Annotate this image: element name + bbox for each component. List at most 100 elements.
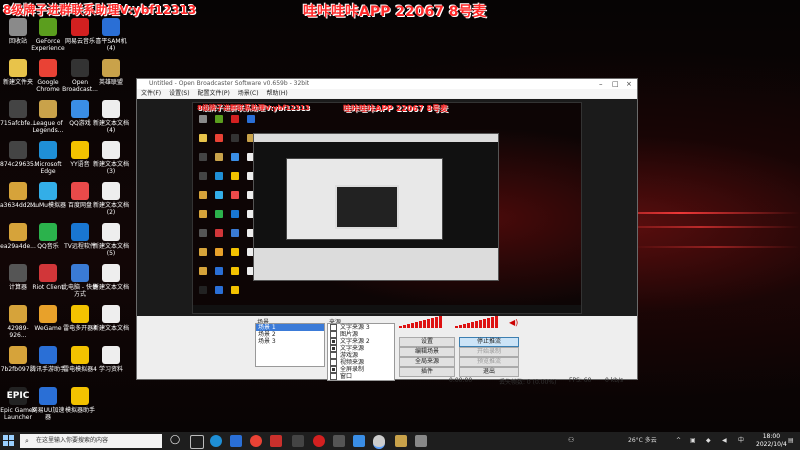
meter-bar (419, 321, 422, 328)
desktop-icon-glyph (71, 305, 89, 323)
netease-music-icon[interactable] (313, 435, 325, 447)
desktop-icon[interactable]: 新建文本文档 (93, 305, 129, 332)
chrome-icon[interactable] (250, 435, 262, 447)
desktop-icon-label: Riot Client (32, 284, 64, 291)
desktop-icon[interactable]: 新建文本文档 (2) (93, 182, 129, 216)
start-record-button[interactable]: 开始录制 (459, 347, 519, 357)
desktop-icon[interactable]: 喜平SAM机 (4) (93, 18, 129, 52)
desktop-icon-glyph: EPIC (7, 387, 29, 405)
source-visibility-checkbox[interactable] (330, 352, 337, 359)
source-visibility-checkbox[interactable] (330, 324, 337, 331)
meter-bar (487, 318, 490, 328)
store-icon[interactable] (230, 435, 242, 447)
tray-chevron-icon[interactable]: ^ (676, 432, 681, 450)
desktop-icon[interactable]: Microsoft Edge (30, 141, 66, 175)
meter-bar (467, 323, 470, 328)
edit-scene-button[interactable]: 编辑场景 (399, 347, 455, 357)
preview-overlay-text-right: 哇咔哇咔APP 22067 8号麦 (343, 104, 448, 113)
source-visibility-checkbox[interactable] (330, 345, 337, 352)
notification-icon[interactable]: ▤ (788, 432, 794, 450)
meter-bar (403, 325, 406, 328)
taskbar-clock[interactable]: 18:00 2022/10/4 (756, 433, 787, 449)
desktop-icon[interactable]: 腾讯手游助手 (30, 346, 66, 373)
taskbar-search-input[interactable]: ⌕ 在这里输入你要搜索的内容 (20, 434, 162, 448)
source-visibility-checkbox[interactable] (330, 331, 337, 338)
app-icon[interactable] (415, 435, 427, 447)
preview-mini-icon (231, 286, 239, 294)
close-icon[interactable]: × (626, 79, 632, 89)
source-visibility-checkbox[interactable] (330, 359, 337, 366)
obs-window[interactable]: Untitled - Open Broadcaster Software v0.… (136, 78, 638, 386)
source-item[interactable]: 文字来源 (328, 345, 394, 352)
preview-mini-icon (231, 248, 239, 256)
desktop-icon[interactable]: 英雄联盟 (93, 59, 129, 86)
league-icon[interactable] (395, 435, 407, 447)
desktop-icon-glyph (102, 18, 120, 36)
stop-stream-button[interactable]: 停止推流 (459, 337, 519, 347)
preview-mini-icon (215, 210, 223, 218)
menu-scenes[interactable]: 场景(C) (238, 90, 259, 97)
minimize-icon[interactable]: – (599, 79, 603, 89)
settings-button[interactable]: 设置 (399, 337, 455, 347)
desktop-icon[interactable]: 新建文本文档 (5) (93, 223, 129, 257)
ime-icon[interactable]: 中 (738, 432, 744, 450)
app-tray-icon[interactable]: ◆ (706, 432, 711, 450)
network-icon[interactable]: ▣ (690, 432, 696, 450)
obs-taskbar-icon[interactable] (373, 435, 385, 449)
edge-icon[interactable] (210, 435, 222, 447)
source-label: 文字来源 2 (340, 338, 370, 345)
task-view-icon[interactable]: ◯ (170, 435, 180, 445)
desktop-icon[interactable]: 网易UU加速器 (30, 387, 66, 421)
desktop-icon[interactable]: 新建文本文档 (4) (93, 100, 129, 134)
desktop-icon[interactable]: MuMu模拟器 (30, 182, 66, 209)
app-icon[interactable] (292, 435, 304, 447)
scenes-list[interactable]: 场景 1 场景 2 场景 3 (255, 323, 325, 367)
source-item[interactable]: 文字来源 2 (328, 338, 394, 345)
desktop-icon[interactable]: Riot Client (30, 264, 66, 291)
source-item[interactable]: 文字来源 3 (328, 324, 394, 331)
meter-bar (411, 323, 414, 328)
desktop-icon[interactable]: 模拟器助手 (62, 387, 98, 414)
weather-readout[interactable]: 26°C 多云 (628, 432, 657, 450)
desktop-icon[interactable]: League of Legends... (30, 100, 66, 134)
global-sources-button[interactable]: 全局来源 (399, 357, 455, 367)
app-icon[interactable] (270, 435, 282, 447)
preview-stream-button[interactable]: 预览推流 (459, 357, 519, 367)
desktop-icon-label: 新建文本文档 (3) (93, 161, 130, 175)
desktop-icon[interactable]: GeForce Experience (30, 18, 66, 52)
preview-mini-icon (215, 191, 223, 199)
source-visibility-checkbox[interactable] (330, 338, 337, 345)
app-icon[interactable] (333, 435, 345, 447)
desktop-icon[interactable]: QQ音乐 (30, 223, 66, 250)
desktop-icon[interactable]: WeGame (30, 305, 66, 332)
meter-bar (407, 324, 410, 328)
scene-item[interactable]: 场景 3 (256, 338, 324, 345)
menu-file[interactable]: 文件(F) (141, 90, 161, 97)
desktop-icon[interactable]: 学习资料 (93, 346, 129, 373)
menu-settings[interactable]: 设置(S) (169, 90, 190, 97)
source-item[interactable]: 图片源 (328, 331, 394, 338)
speaker-icon[interactable]: ◀) (509, 318, 518, 327)
file-explorer-icon[interactable] (190, 435, 204, 449)
desktop-icon[interactable]: 新建文本文档 (3) (93, 141, 129, 175)
source-item[interactable]: 视频来源 (328, 359, 394, 366)
user-icon[interactable]: ⚇ (568, 436, 574, 444)
start-button[interactable] (3, 435, 15, 447)
desktop-icon-glyph (71, 346, 89, 364)
scene-item[interactable]: 场景 1 (256, 324, 324, 331)
app-icon[interactable] (353, 435, 365, 447)
desktop-icon[interactable]: 新建文本文档 (93, 264, 129, 291)
maximize-icon[interactable]: □ (612, 79, 619, 89)
menu-profiles[interactable]: 配置文件(P) (197, 90, 229, 97)
clock-date: 2022/10/4 (756, 441, 787, 448)
scene-item[interactable]: 场景 2 (256, 331, 324, 338)
preview-nested-frame (335, 185, 399, 229)
speaker-tray-icon[interactable]: ◀ (722, 432, 727, 450)
source-item[interactable]: 游戏源 (328, 352, 394, 359)
menu-help[interactable]: 帮助(H) (267, 90, 288, 97)
obs-title-bar[interactable]: Untitled - Open Broadcaster Software v0.… (137, 79, 637, 89)
desktop-icon-label: GeForce Experience (31, 38, 65, 52)
desktop-icon-glyph (9, 59, 27, 77)
desktop-icon-glyph (39, 223, 57, 241)
desktop-icon[interactable]: Google Chrome (30, 59, 66, 93)
